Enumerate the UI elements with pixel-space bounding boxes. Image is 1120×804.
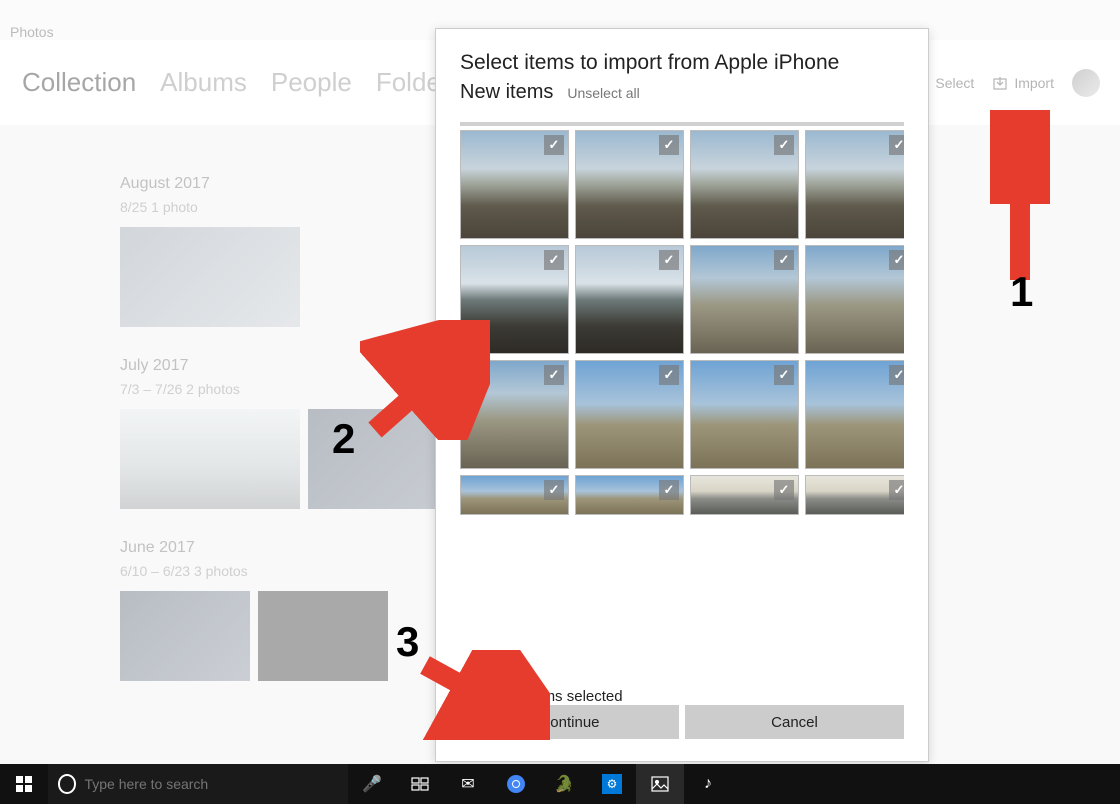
import-thumb[interactable] bbox=[805, 360, 904, 469]
photo-thumb[interactable] bbox=[258, 591, 388, 681]
photo-thumb[interactable] bbox=[120, 409, 300, 509]
cancel-button[interactable]: Cancel bbox=[685, 705, 904, 739]
task-view-icon[interactable] bbox=[396, 764, 444, 804]
check-icon[interactable] bbox=[659, 135, 679, 155]
nav-tabs: Collection Albums People Folders bbox=[22, 67, 463, 98]
import-thumb[interactable] bbox=[460, 130, 569, 239]
import-thumb[interactable] bbox=[460, 475, 569, 515]
app-icon-2[interactable]: ♪ bbox=[684, 764, 732, 804]
continue-button[interactable]: Continue bbox=[460, 705, 679, 739]
check-icon[interactable] bbox=[889, 135, 904, 155]
group-divider bbox=[460, 122, 904, 126]
import-thumb[interactable] bbox=[805, 130, 904, 239]
mail-icon[interactable]: ✉ bbox=[444, 764, 492, 804]
photo-thumb[interactable] bbox=[120, 591, 250, 681]
import-label: Import bbox=[1014, 75, 1054, 91]
new-items-label: New items bbox=[460, 81, 553, 104]
header-actions: Select Import bbox=[935, 69, 1100, 97]
import-thumb[interactable] bbox=[805, 245, 904, 354]
import-thumb[interactable] bbox=[805, 475, 904, 515]
check-icon[interactable] bbox=[544, 250, 564, 270]
chrome-svg bbox=[506, 774, 526, 794]
select-label: Select bbox=[935, 75, 974, 91]
tab-collection[interactable]: Collection bbox=[22, 67, 136, 98]
photos-app-icon[interactable] bbox=[636, 764, 684, 804]
import-thumb[interactable] bbox=[575, 360, 684, 469]
thumbnail-grid bbox=[460, 130, 904, 515]
import-thumb[interactable] bbox=[460, 245, 569, 354]
check-icon[interactable] bbox=[659, 250, 679, 270]
import-thumb[interactable] bbox=[575, 475, 684, 515]
selection-count: 23 of 368 items selected bbox=[460, 688, 904, 705]
taskbar: 🎤 ✉ 🐊 ⚙ ♪ bbox=[0, 764, 1120, 804]
app-icon[interactable]: 🐊 bbox=[540, 764, 588, 804]
import-thumb[interactable] bbox=[690, 130, 799, 239]
photos-svg bbox=[651, 776, 669, 792]
import-dialog: Select items to import from Apple iPhone… bbox=[435, 28, 929, 762]
photo-thumb[interactable] bbox=[120, 227, 300, 327]
search-input[interactable] bbox=[84, 776, 338, 792]
import-thumb[interactable] bbox=[690, 245, 799, 354]
check-icon[interactable] bbox=[544, 365, 564, 385]
cortana-icon bbox=[58, 774, 76, 794]
check-icon[interactable] bbox=[659, 480, 679, 500]
import-thumb[interactable] bbox=[690, 360, 799, 469]
select-button[interactable]: Select bbox=[935, 75, 974, 91]
check-icon[interactable] bbox=[889, 480, 904, 500]
check-icon[interactable] bbox=[774, 135, 794, 155]
unselect-all-link[interactable]: Unselect all bbox=[567, 85, 639, 101]
check-icon[interactable] bbox=[774, 480, 794, 500]
import-button[interactable]: Import bbox=[992, 75, 1054, 91]
import-thumb[interactable] bbox=[575, 245, 684, 354]
settings-app-icon[interactable]: ⚙ bbox=[588, 764, 636, 804]
start-button[interactable] bbox=[0, 764, 48, 804]
thumbnail-scroll[interactable] bbox=[460, 130, 904, 678]
import-thumb[interactable] bbox=[575, 130, 684, 239]
check-icon[interactable] bbox=[889, 250, 904, 270]
app-title: Photos bbox=[10, 24, 54, 40]
check-icon[interactable] bbox=[544, 135, 564, 155]
chrome-icon[interactable] bbox=[492, 764, 540, 804]
check-icon[interactable] bbox=[544, 480, 564, 500]
check-icon[interactable] bbox=[774, 250, 794, 270]
tab-albums[interactable]: Albums bbox=[160, 67, 247, 98]
avatar[interactable] bbox=[1072, 69, 1100, 97]
check-icon[interactable] bbox=[889, 365, 904, 385]
mic-icon[interactable]: 🎤 bbox=[348, 764, 396, 804]
taskview-icon bbox=[411, 777, 429, 791]
check-icon[interactable] bbox=[774, 365, 794, 385]
import-thumb[interactable] bbox=[690, 475, 799, 515]
taskbar-search[interactable] bbox=[48, 764, 348, 804]
import-thumb[interactable] bbox=[460, 360, 569, 469]
import-icon bbox=[992, 75, 1008, 91]
windows-icon bbox=[16, 776, 32, 792]
check-icon[interactable] bbox=[659, 365, 679, 385]
dialog-title: Select items to import from Apple iPhone bbox=[460, 51, 904, 75]
tab-people[interactable]: People bbox=[271, 67, 352, 98]
